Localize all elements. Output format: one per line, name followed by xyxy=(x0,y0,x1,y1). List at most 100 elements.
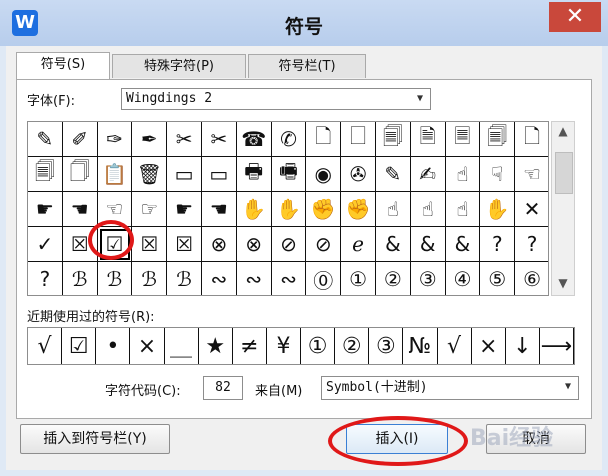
symbol-cell[interactable]: 🗑 xyxy=(132,157,168,192)
symbol-cell[interactable]: 🗋 xyxy=(306,122,342,157)
recent-symbol-cell[interactable]: × xyxy=(472,328,506,364)
symbol-cell[interactable]: ✒ xyxy=(132,122,168,157)
symbol-cell[interactable]: ① xyxy=(341,262,376,295)
symbol-cell[interactable]: ✇ xyxy=(341,157,376,192)
char-code-input[interactable]: 82 xyxy=(203,376,243,400)
recent-symbol-cell[interactable]: ☑ xyxy=(62,328,97,364)
symbol-cell[interactable]: 🗎 xyxy=(410,122,446,157)
recent-symbol-cell[interactable]: ↓ xyxy=(506,328,540,364)
symbol-cell[interactable]: 🖶 xyxy=(236,157,272,192)
tab-symbols[interactable]: 符号(S) xyxy=(16,52,110,80)
symbol-cell[interactable]: 🗋 xyxy=(515,122,548,157)
symbol-cell[interactable]: ∾ xyxy=(272,262,307,295)
recent-symbols[interactable]: √ ☑ • × ＿ ★ ≠ ¥ ① ② ③ № √ × ↓ ⟶ xyxy=(27,327,575,365)
recent-symbol-cell[interactable]: ★ xyxy=(199,328,233,364)
symbol-cell[interactable]: ☝ xyxy=(445,192,481,227)
symbol-cell[interactable]: ◉ xyxy=(306,157,342,192)
symbol-cell[interactable]: ⑥ xyxy=(515,262,548,295)
recent-symbol-cell[interactable]: ③ xyxy=(369,328,404,364)
symbol-cell[interactable]: ✐ xyxy=(62,122,98,157)
symbol-cell[interactable]: ? xyxy=(515,227,548,262)
recent-symbol-cell[interactable]: • xyxy=(96,328,131,364)
symbol-cell[interactable]: ② xyxy=(376,262,411,295)
symbol-cell[interactable]: ⓪ xyxy=(306,262,342,295)
tab-symbol-bar[interactable]: 符号栏(T) xyxy=(248,54,366,78)
symbol-cell[interactable]: ∾ xyxy=(202,262,237,295)
chevron-down-icon[interactable]: ▼ xyxy=(560,377,576,397)
symbol-cell[interactable]: ✊ xyxy=(306,192,342,227)
symbol-cell[interactable]: 📋 xyxy=(97,157,133,192)
symbol-cell[interactable]: ✍ xyxy=(410,157,446,192)
symbol-cell[interactable]: ✊ xyxy=(341,192,376,227)
recent-symbol-cell[interactable]: ≠ xyxy=(233,328,267,364)
symbol-cell[interactable]: 🗍 xyxy=(62,157,98,192)
symbol-cell[interactable]: ☝ xyxy=(375,192,411,227)
close-button[interactable]: ✕ xyxy=(549,2,601,32)
symbol-cell[interactable]: ✆ xyxy=(271,122,307,157)
recent-symbol-cell[interactable]: × xyxy=(130,328,165,364)
scroll-up-icon[interactable]: ▲ xyxy=(552,124,574,138)
symbol-cell[interactable]: ✎ xyxy=(375,157,411,192)
font-select[interactable]: Wingdings 2 ▼ xyxy=(121,88,431,110)
symbol-cell[interactable]: ▭ xyxy=(201,157,237,192)
symbol-cell[interactable]: ☎ xyxy=(236,122,272,157)
symbol-cell[interactable]: ▭ xyxy=(167,157,202,192)
insert-button[interactable]: 插入(I) xyxy=(346,424,448,454)
symbol-cell[interactable]: ⑤ xyxy=(480,262,516,295)
symbol-cell[interactable]: ✂ xyxy=(201,122,237,157)
symbol-cell[interactable]: ☚ xyxy=(201,192,237,227)
symbol-cell[interactable]: ☜ xyxy=(515,157,548,192)
symbol-cell[interactable]: ✎ xyxy=(28,122,63,157)
recent-symbol-cell[interactable]: √ xyxy=(28,328,63,364)
symbol-cell[interactable]: ✋ xyxy=(271,192,307,227)
symbol-grid[interactable]: ✎ ✐ ✑ ✒ ✂ ✂ ☎ ✆ 🗋 🗌 🗐 🗎 🗏 🗐 🗋 🗐 🗍 📋 🗑 ▭ ▭ 🖶 🖷 ◉ ✇ ✎ ✍ ☝ ☟ ☜ ☛ ☚ ☜ ☞ ☛ ☚ ✋ ✋ ✊ ✊… xyxy=(27,121,549,296)
symbol-cell[interactable]: ☞ xyxy=(132,192,168,227)
symbol-cell[interactable]: ☛ xyxy=(28,192,63,227)
symbol-cell[interactable]: 🗐 xyxy=(480,122,516,157)
symbol-cell[interactable]: 🗏 xyxy=(445,122,481,157)
grid-scrollbar[interactable]: ▲ ▼ xyxy=(551,121,575,296)
symbol-cell[interactable]: ℬ xyxy=(132,262,168,295)
symbol-cell[interactable]: ⊗ xyxy=(201,227,237,262)
recent-symbol-cell[interactable]: √ xyxy=(438,328,472,364)
symbol-cell[interactable]: ☝ xyxy=(410,192,446,227)
symbol-cell[interactable]: ℯ xyxy=(341,227,376,262)
chevron-down-icon[interactable]: ▼ xyxy=(412,89,428,109)
scroll-thumb[interactable] xyxy=(555,152,573,194)
recent-symbol-cell[interactable]: ⟶ xyxy=(540,328,574,364)
symbol-cell[interactable]: ✑ xyxy=(97,122,133,157)
recent-symbol-cell[interactable]: № xyxy=(403,328,438,364)
scroll-down-icon[interactable]: ▼ xyxy=(552,276,574,290)
symbol-cell[interactable]: ℬ xyxy=(63,262,98,295)
symbol-cell[interactable]: ☒ xyxy=(132,227,168,262)
symbol-cell[interactable]: ☒ xyxy=(167,227,202,262)
insert-to-bar-button[interactable]: 插入到符号栏(Y) xyxy=(20,424,170,454)
symbol-cell[interactable]: ∾ xyxy=(237,262,272,295)
symbol-cell[interactable]: ④ xyxy=(446,262,481,295)
symbol-cell[interactable]: ☒ xyxy=(62,227,98,262)
symbol-cell[interactable]: ? xyxy=(28,262,63,295)
symbol-cell[interactable]: & xyxy=(410,227,446,262)
symbol-cell[interactable]: ③ xyxy=(411,262,446,295)
symbol-cell[interactable]: ✕ xyxy=(515,192,548,227)
symbol-cell[interactable]: ☟ xyxy=(480,157,516,192)
recent-symbol-cell[interactable]: ① xyxy=(301,328,336,364)
recent-symbol-cell[interactable]: ＿ xyxy=(165,328,199,364)
symbol-cell[interactable]: 🗌 xyxy=(341,122,376,157)
symbol-cell[interactable]: ℬ xyxy=(167,262,202,295)
symbol-cell[interactable]: ☛ xyxy=(167,192,202,227)
symbol-cell[interactable]: ? xyxy=(480,227,516,262)
recent-symbol-cell[interactable]: ¥ xyxy=(267,328,301,364)
tab-special-chars[interactable]: 特殊字符(P) xyxy=(112,54,246,78)
symbol-cell[interactable]: ⊘ xyxy=(271,227,307,262)
source-select[interactable]: Symbol(十进制) ▼ xyxy=(321,376,579,400)
symbol-cell[interactable]: ☜ xyxy=(97,192,133,227)
symbol-cell[interactable]: 🗐 xyxy=(375,122,411,157)
symbol-cell[interactable]: 🖷 xyxy=(271,157,307,192)
symbol-cell[interactable]: ✋ xyxy=(480,192,516,227)
symbol-cell[interactable]: 🗐 xyxy=(28,157,63,192)
symbol-cell[interactable]: ℬ xyxy=(98,262,133,295)
symbol-cell[interactable]: & xyxy=(445,227,481,262)
symbol-cell[interactable]: ☝ xyxy=(445,157,481,192)
symbol-cell[interactable]: ✂ xyxy=(167,122,202,157)
